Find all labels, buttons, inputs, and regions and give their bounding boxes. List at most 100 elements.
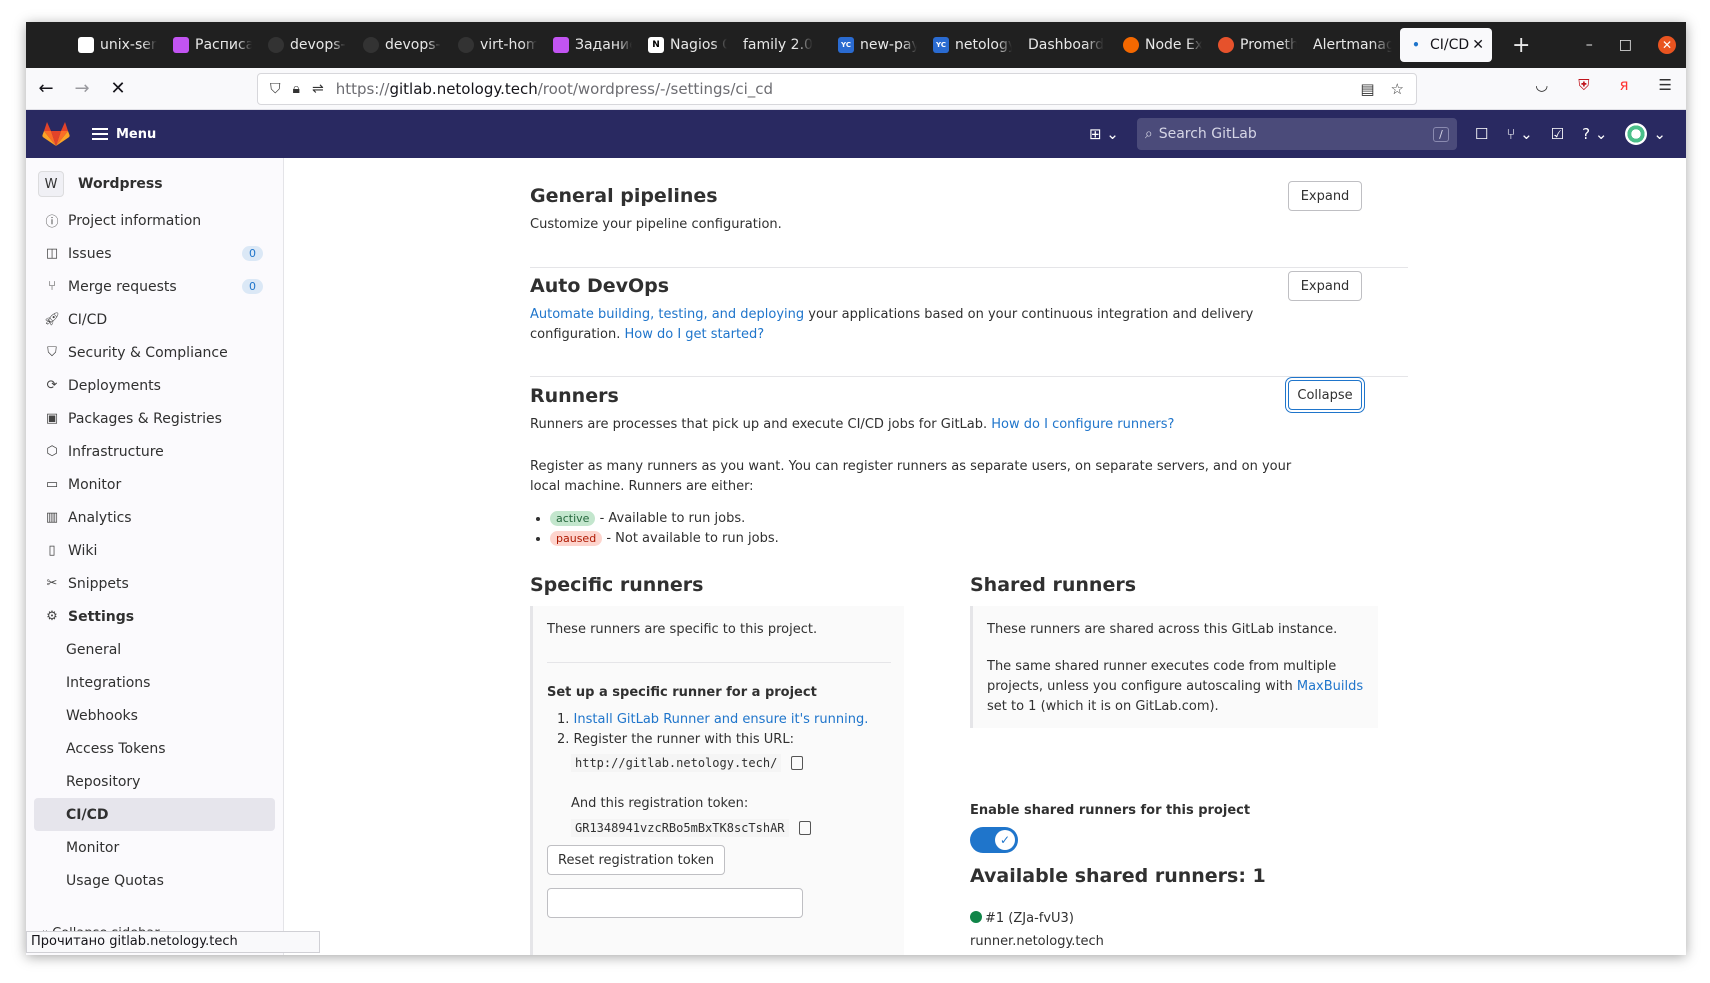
browser-tab[interactable]: Расписание [165,28,260,62]
notion-icon: N [648,37,664,53]
help-icon[interactable]: ? ⌄ [1582,125,1607,143]
token-label: And this registration token: [571,796,749,811]
close-window-button[interactable]: ✕ [1658,36,1676,54]
sidebar-item-settings[interactable]: ⚙ Settings [26,600,283,633]
active-badge: active [550,511,596,526]
notepad-icon [78,37,94,53]
gitlab-logo-icon[interactable] [42,121,70,147]
configure-runners-link[interactable]: How do I configure runners? [991,417,1174,432]
search-input[interactable]: ⌕ Search GitLab / [1136,118,1457,150]
sidebar-subitem-integrations[interactable]: Integrations [26,666,283,699]
maximize-button[interactable]: □ [1619,37,1632,53]
minimize-button[interactable]: – [1586,37,1593,53]
sidebar-item-analytics[interactable]: ▥ Analytics [26,501,283,534]
app-menu-icon[interactable]: ☰ [1659,76,1672,94]
reader-view-icon[interactable]: ▤ [1360,80,1374,98]
search-icon: ⌕ [1144,126,1153,142]
sidebar-subitem-usage-quotas[interactable]: Usage Quotas [26,864,283,897]
new-item-icon[interactable]: ⊞ ⌄ [1089,125,1119,143]
todos-icon[interactable]: ☑ [1551,125,1564,143]
browser-tab[interactable]: Prometheus [1210,28,1305,62]
active-desc: - Available to run jobs. [595,511,746,526]
issues-icon[interactable]: ☐ [1475,125,1488,143]
stop-loading-icon[interactable]: ✕ [102,73,134,105]
shared-runners-card: These runners are shared across this Git… [970,606,1378,728]
sidebar-subitem-monitor[interactable]: Monitor [26,831,283,864]
sidebar-item-packages-registries[interactable]: ▣ Packages & Registries [26,402,283,435]
browser-tab[interactable]: Dashboard [1020,28,1115,62]
permissions-icon[interactable]: ⇌ [312,81,324,97]
merge-requests-icon[interactable]: ⑂ ⌄ [1506,125,1532,143]
auto-devops-link[interactable]: Automate building, testing, and deployin… [530,307,804,322]
copy-icon[interactable] [798,820,811,835]
auto-devops-section: Auto DevOps Automate building, testing, … [530,275,1408,345]
sidebar-project[interactable]: W Wordpress [26,164,283,204]
sidebar-item-infrastructure[interactable]: ⬡ Infrastructure [26,435,283,468]
browser-tab[interactable]: N Nagios Core [640,28,735,62]
tab-active-cicd[interactable]: • CI/CD ✕ [1400,28,1492,62]
registration-token: GR1348941vzcRBo5mBxTK8scTshAR [571,819,789,837]
menu-button[interactable]: Menu [92,127,156,142]
url-bar[interactable]: ⛉ 🔒︎ ⇌ https://gitlab.netology.tech/root… [257,73,1417,105]
browser-tab[interactable]: unix-server [70,28,165,62]
browser-tab[interactable]: Alertmanager [1305,28,1400,62]
pocket-icon[interactable]: ◡ [1535,76,1548,94]
browser-tab[interactable]: YC new-pay [830,28,925,62]
sidebar-item-wiki[interactable]: ▯ Wiki [26,534,283,567]
browser-tab[interactable]: Node Exporter [1115,28,1210,62]
nav-bar: ← → ✕ ⛉ 🔒︎ ⇌ https://gitlab.netology.tec… [26,68,1686,110]
user-menu[interactable]: ⌄ [1625,123,1666,145]
sidebar-item-security-compliance[interactable]: ⛉ Security & Compliance [26,336,283,369]
get-started-link[interactable]: How do I get started? [625,327,765,342]
maxbuilds-link[interactable]: MaxBuilds [1297,679,1363,694]
collapse-runners-button[interactable]: Collapse [1288,380,1362,410]
browser-tab[interactable]: family 2.0 [735,28,830,62]
sidebar-subitem-webhooks[interactable]: Webhooks [26,699,283,732]
reset-token-button[interactable]: Reset registration token [547,845,725,875]
sidebar-item-deployments[interactable]: ⟳ Deployments [26,369,283,402]
browser-tab[interactable]: devops- [260,28,355,62]
show-runner-instructions-button[interactable] [547,888,803,918]
shield-icon[interactable]: ⛉ [270,81,281,97]
sidebar-item-label: Infrastructure [68,443,164,460]
sidebar-subitem-repository[interactable]: Repository [26,765,283,798]
sidebar-subitem-access-tokens[interactable]: Access Tokens [26,732,283,765]
bookmark-star-icon[interactable]: ☆ [1391,80,1404,98]
enable-shared-label: Enable shared runners for this project [970,803,1251,818]
copy-icon[interactable] [791,755,804,770]
divider [530,267,1408,268]
sidebar-item-monitor[interactable]: ▭ Monitor [26,468,283,501]
tab-label: devops- [290,37,346,53]
lock-icon[interactable]: 🔒︎ [293,81,300,97]
browser-tab[interactable]: virt-homework [450,28,545,62]
close-tab-icon[interactable]: ✕ [1472,37,1484,53]
sidebar-subitem-general[interactable]: General [26,633,283,666]
browser-tab[interactable]: YC netology [925,28,1020,62]
yandex-icon[interactable]: я [1620,76,1629,94]
expand-general-pipelines-button[interactable]: Expand [1288,181,1362,211]
new-tab-button[interactable]: + [1512,33,1530,58]
expand-auto-devops-button[interactable]: Expand [1288,271,1362,301]
sidebar-subitem-ci-cd[interactable]: CI/CD [34,798,275,831]
sidebar-item-snippets[interactable]: ✂ Snippets [26,567,283,600]
shared-runners-toggle[interactable]: ✓ [970,827,1018,853]
app-icon [173,37,189,53]
ublock-icon[interactable]: ⛨ [1578,76,1589,94]
back-arrow-icon[interactable]: ← [30,73,62,105]
tab-label: netology [955,37,1012,53]
runners-section: Runners Runners are processes that pick … [530,385,1408,549]
yc-icon: YC [933,37,949,53]
sidebar-item-project-information[interactable]: ⓘ Project information [26,204,283,237]
sidebar-item-issues[interactable]: ◫ Issues 0 [26,237,283,270]
forward-arrow-icon[interactable]: → [66,73,98,105]
sidebar-item-label: Project information [68,212,202,229]
status-online-icon [970,911,982,923]
sidebar-item-label: Packages & Registries [68,410,222,427]
install-runner-link[interactable]: Install GitLab Runner and ensure it's ru… [574,712,869,727]
runner-name[interactable]: #1 (ZJa-fvU3) [985,911,1074,926]
sidebar-item-merge-requests[interactable]: ⑂ Merge requests 0 [26,270,283,303]
toolbar-right: ◡ ⛨ я ☰ [1535,76,1672,94]
browser-tab[interactable]: devops- [355,28,450,62]
browser-tab[interactable]: Задание [545,28,640,62]
sidebar-item-ci-cd[interactable]: 🚀︎ CI/CD [26,303,283,336]
